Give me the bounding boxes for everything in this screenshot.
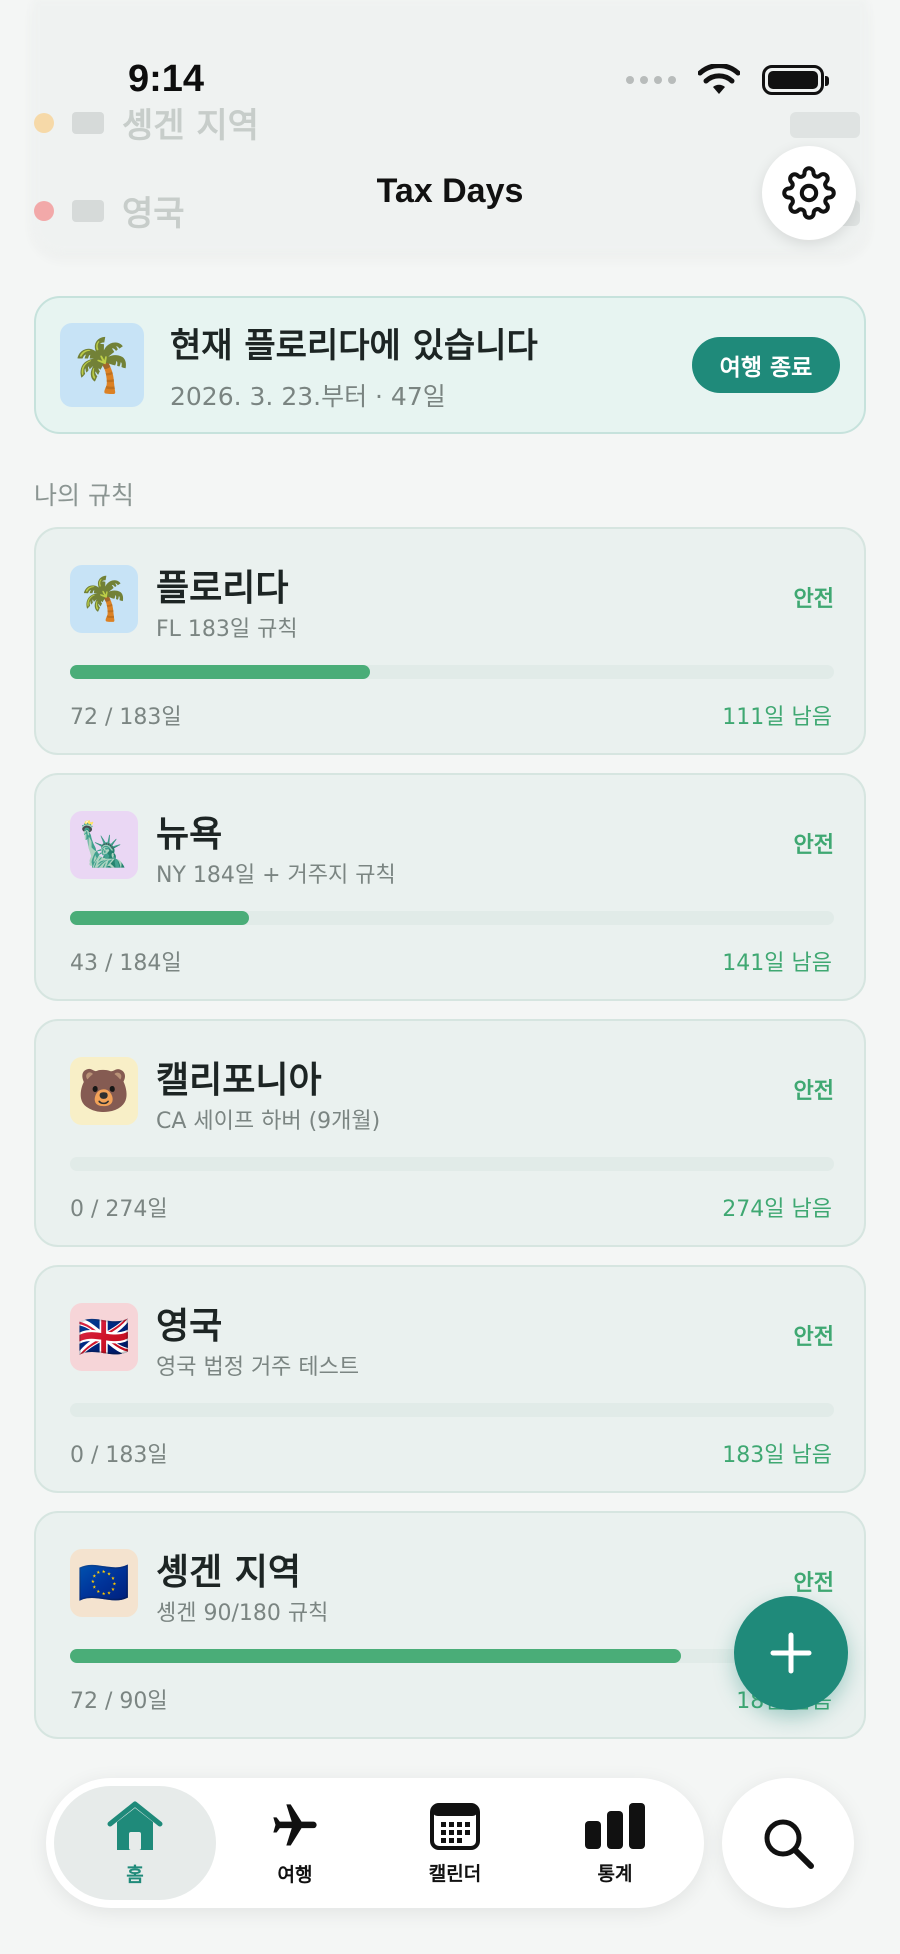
background-row: 솅겐 지역	[34, 98, 259, 147]
status-icons	[626, 64, 829, 96]
current-location-subtitle: 2026. 3. 23.부터 · 47일	[170, 381, 446, 411]
rule-card-florida[interactable]: 🌴 플로리다 FL 183일 규칙 안전 72 / 183일 111일 남음	[34, 527, 866, 755]
day-count: 72 / 90일	[70, 1689, 168, 1714]
tab-home[interactable]: 홈	[54, 1786, 216, 1900]
day-count: 0 / 183일	[70, 1443, 168, 1468]
status-badge: 안전	[793, 1571, 834, 1596]
rule-card-california[interactable]: 🐻 캘리포니아 CA 세이프 하버 (9개월) 안전 0 / 274일 274일…	[34, 1019, 866, 1247]
tab-calendar[interactable]: 캘린더	[374, 1786, 536, 1900]
wifi-icon	[698, 64, 740, 94]
current-location-text: 현재 플로리다에 있습니다 2026. 3. 23.부터 · 47일	[170, 318, 692, 413]
palm-tree-icon: 🌴	[70, 565, 138, 633]
rule-card-new-york[interactable]: 🗽 뉴욕 NY 184일 + 거주지 규칙 안전 43 / 184일 141일 …	[34, 773, 866, 1001]
tab-label: 홈	[126, 1863, 144, 1886]
eu-flag-icon: 🇪🇺	[70, 1549, 138, 1617]
airplane-icon	[273, 1803, 317, 1845]
add-trip-button[interactable]	[734, 1596, 848, 1710]
palm-tree-icon: 🌴	[60, 323, 144, 407]
rule-name: 뉴욕	[156, 814, 223, 855]
background-row-value	[790, 112, 860, 138]
status-badge: 안전	[793, 1079, 834, 1104]
settings-button[interactable]	[762, 146, 856, 240]
progress-track	[70, 665, 834, 679]
gear-icon	[782, 166, 836, 220]
tab-stats[interactable]: 통계	[534, 1786, 696, 1900]
progress-track	[70, 1649, 834, 1663]
tab-label: 여행	[277, 1863, 313, 1886]
battery-icon	[762, 65, 829, 95]
rule-name: 플로리다	[156, 568, 289, 609]
status-badge: 안전	[793, 833, 834, 858]
days-remaining: 183일 남음	[722, 1443, 832, 1468]
rule-subtitle: CA 세이프 하버 (9개월)	[156, 1109, 381, 1134]
background-row-label: 솅겐 지역	[122, 106, 259, 146]
rule-name: 캘리포니아	[156, 1060, 322, 1101]
status-badge: 안전	[793, 1325, 834, 1350]
progress-fill	[70, 665, 371, 679]
day-count: 43 / 184일	[70, 951, 182, 976]
rule-subtitle: 영국 법정 거주 테스트	[156, 1355, 360, 1380]
day-count: 72 / 183일	[70, 705, 182, 730]
rule-subtitle: NY 184일 + 거주지 규칙	[156, 863, 396, 888]
signal-dots-icon	[626, 76, 676, 84]
bar-chart-icon	[585, 1802, 645, 1849]
tab-label: 통계	[597, 1862, 633, 1885]
search-icon	[764, 1819, 814, 1869]
progress-fill	[70, 911, 249, 925]
home-icon	[107, 1801, 163, 1850]
days-remaining: 274일 남음	[722, 1197, 832, 1222]
status-badge: 안전	[793, 587, 834, 612]
status-dot	[34, 112, 54, 133]
bear-icon: 🐻	[70, 1057, 138, 1125]
statue-of-liberty-icon: 🗽	[70, 811, 138, 879]
status-time: 9:14	[128, 58, 205, 100]
day-count: 0 / 274일	[70, 1197, 168, 1222]
progress-track	[70, 1403, 834, 1417]
plus-icon	[770, 1632, 812, 1674]
end-trip-button[interactable]: 여행 종료	[692, 337, 840, 393]
flag-icon	[72, 111, 104, 134]
current-location-card[interactable]: 🌴 현재 플로리다에 있습니다 2026. 3. 23.부터 · 47일 여행 …	[34, 296, 866, 434]
tab-trips[interactable]: 여행	[214, 1786, 376, 1900]
progress-track	[70, 1157, 834, 1171]
rule-name: 영국	[156, 1306, 223, 1347]
rule-subtitle: FL 183일 규칙	[156, 617, 298, 642]
rule-subtitle: 솅겐 90/180 규칙	[156, 1601, 329, 1626]
progress-fill	[70, 1649, 682, 1663]
current-location-title: 현재 플로리다에 있습니다	[170, 325, 538, 366]
progress-track	[70, 911, 834, 925]
rule-card-uk[interactable]: 🇬🇧 영국 영국 법정 거주 테스트 안전 0 / 183일 183일 남음	[34, 1265, 866, 1493]
days-remaining: 111일 남음	[722, 705, 832, 730]
search-button[interactable]	[722, 1778, 854, 1908]
tab-label: 캘린더	[428, 1862, 482, 1885]
calendar-icon	[430, 1802, 480, 1850]
days-remaining: 141일 남음	[722, 951, 832, 976]
section-title: 나의 규칙	[34, 481, 134, 510]
uk-flag-icon: 🇬🇧	[70, 1303, 138, 1371]
tab-bar: 홈 여행 캘린더 통계	[46, 1778, 704, 1908]
rule-name: 솅겐 지역	[156, 1552, 302, 1593]
